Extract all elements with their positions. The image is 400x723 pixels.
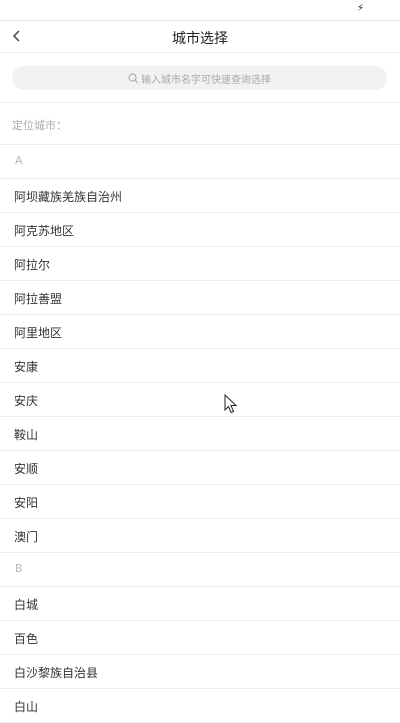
mouse-pointer-icon	[224, 394, 238, 414]
city-item[interactable]: 阿拉尔	[0, 247, 400, 281]
city-item[interactable]: 安阳	[0, 485, 400, 519]
search-placeholder: 输入城市名字可快速查询选择	[141, 74, 271, 86]
charging-bolt-icon: ⚡	[356, 3, 364, 14]
city-item[interactable]: 安顺	[0, 451, 400, 485]
search-section: 输入城市名字可快速查询选择	[0, 53, 400, 103]
location-section: 定位城市：	[0, 103, 400, 145]
index-letter-b: B	[0, 553, 400, 587]
city-item[interactable]: 鞍山	[0, 417, 400, 451]
search-icon	[128, 73, 139, 83]
page-title: 城市选择	[172, 31, 228, 47]
city-item[interactable]: 百色	[0, 621, 400, 655]
header-bar: 城市选择	[0, 21, 400, 53]
city-item[interactable]: 阿拉善盟	[0, 281, 400, 315]
city-item[interactable]: 白城	[0, 587, 400, 621]
city-item[interactable]: 白山	[0, 689, 400, 723]
city-item[interactable]: 阿里地区	[0, 315, 400, 349]
city-item[interactable]: 阿克苏地区	[0, 213, 400, 247]
city-item[interactable]: 白沙黎族自治县	[0, 655, 400, 689]
location-label: 定位城市：	[12, 119, 67, 132]
index-letter-a: A	[0, 145, 400, 179]
city-item[interactable]: 阿坝藏族羌族自治州	[0, 179, 400, 213]
city-item[interactable]: 安康	[0, 349, 400, 383]
city-item[interactable]: 澳门	[0, 519, 400, 553]
status-bar: ⚡	[0, 0, 400, 21]
city-item[interactable]: 安庆	[0, 383, 400, 417]
city-list: A 阿坝藏族羌族自治州 阿克苏地区 阿拉尔 阿拉善盟 阿里地区 安康 安庆 鞍山…	[0, 145, 400, 723]
search-input[interactable]: 输入城市名字可快速查询选择	[12, 66, 387, 90]
